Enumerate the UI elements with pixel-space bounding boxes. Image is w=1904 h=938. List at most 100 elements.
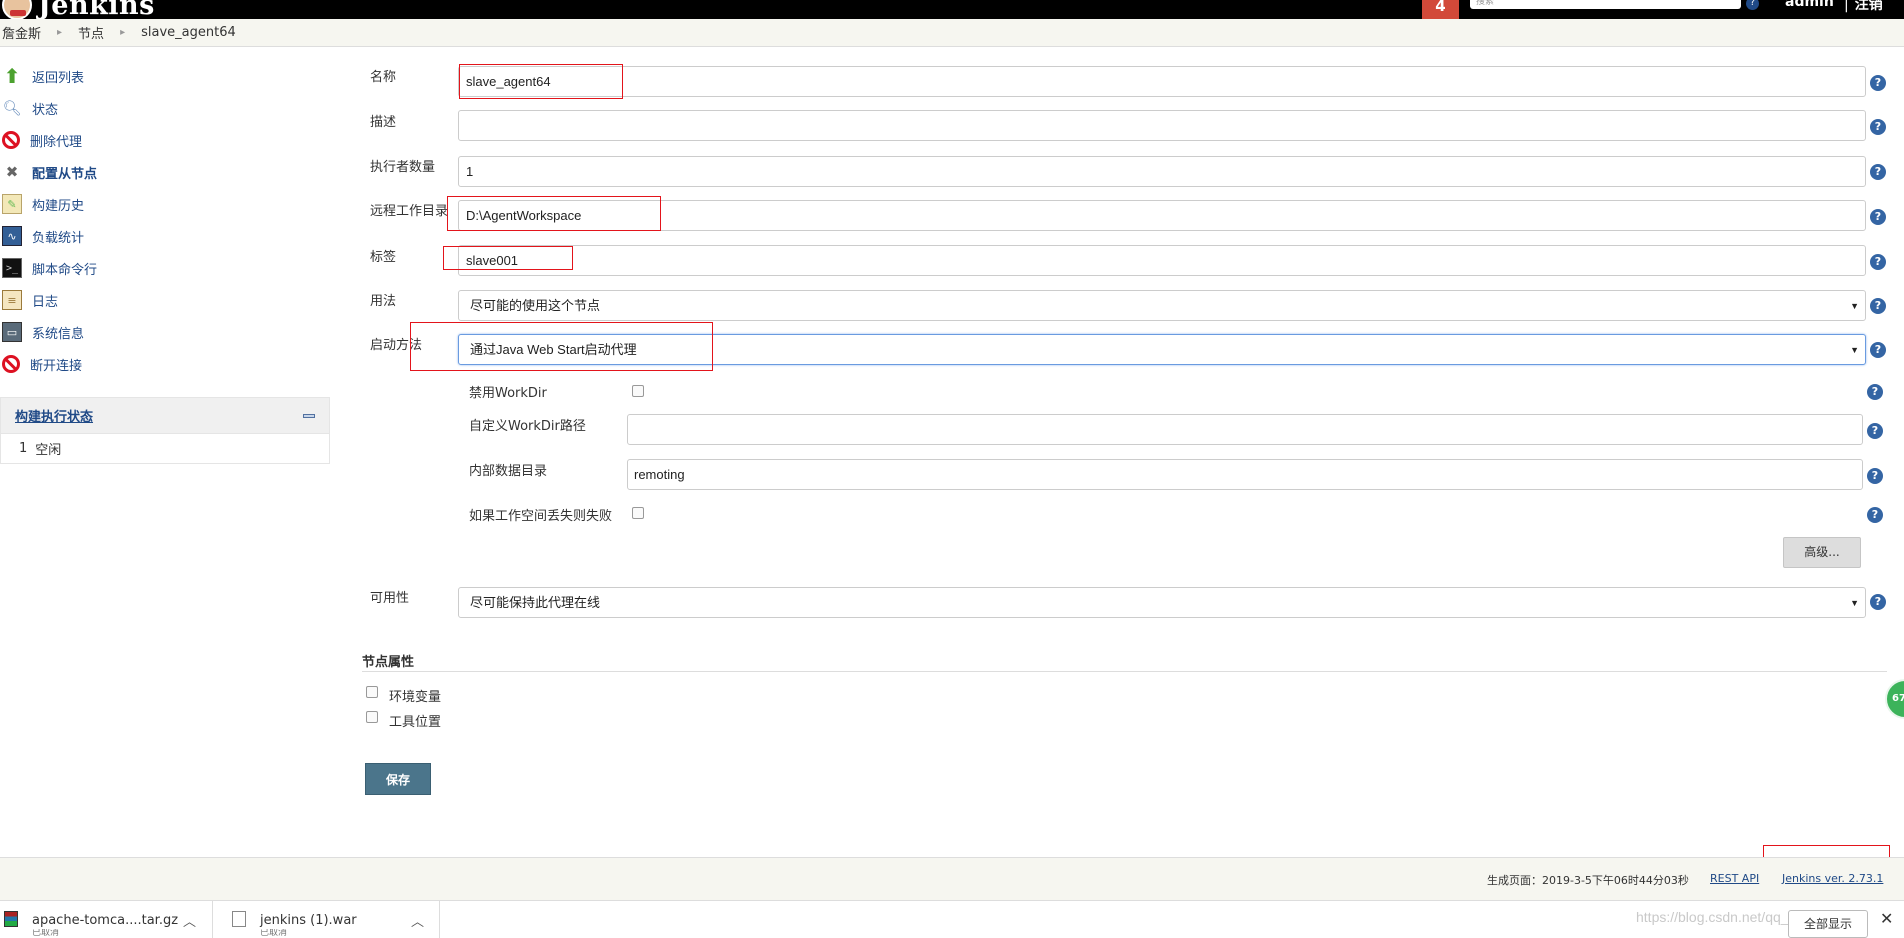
help-icon[interactable]: ? (1870, 298, 1886, 314)
env-vars-label[interactable]: 环境变量 (389, 686, 441, 705)
fail-if-missing-label: 如果工作空间丢失则失败 (469, 509, 613, 524)
chevron-right-icon[interactable]: ▸ (51, 27, 68, 38)
help-icon[interactable]: ? (1870, 254, 1886, 270)
help-icon[interactable]: ? (1867, 384, 1883, 400)
help-icon[interactable]: ? (1870, 209, 1886, 225)
monitor-icon: ∿ (2, 226, 22, 246)
launch-method-select[interactable]: 通过Java Web Start启动代理 (458, 334, 1866, 365)
executor-status-panel: 构建执行状态 1 空闲 (0, 397, 330, 464)
executor-panel-title[interactable]: 构建执行状态 (15, 406, 93, 425)
description-label: 描述 (370, 115, 397, 130)
download-item[interactable]: jenkins (1).war 已取消 ︿ (213, 901, 440, 938)
sidebar-item-disconnect[interactable]: 断开连接 (0, 348, 330, 380)
advanced-button[interactable]: 高级... (1783, 537, 1861, 568)
sidebar-item-label[interactable]: 删除代理 (30, 131, 82, 150)
internal-dir-label: 内部数据目录 (469, 464, 548, 479)
sidebar-item-label[interactable]: 配置从节点 (32, 163, 97, 182)
name-label: 名称 (370, 70, 397, 85)
help-icon[interactable]: ? (1870, 119, 1886, 135)
download-bar: apache-tomca....tar.gz 已取消 ︿ jenkins (1)… (0, 900, 1904, 938)
sidebar-item-label[interactable]: 负载统计 (32, 227, 84, 246)
help-icon[interactable]: ? (1867, 423, 1883, 439)
close-icon[interactable]: ✕ (1880, 909, 1893, 928)
sidebar-item-system-info[interactable]: ▭ 系统信息 (0, 316, 330, 348)
env-vars-checkbox[interactable] (366, 686, 378, 698)
availability-select[interactable]: 尽可能保持此代理在线 (458, 587, 1866, 618)
download-filename: apache-tomca....tar.gz (32, 913, 179, 928)
help-icon[interactable]: ? (1870, 594, 1886, 610)
jenkins-logo[interactable]: Jenkins (2, 0, 155, 19)
custom-workdir-input[interactable] (627, 414, 1863, 445)
breadcrumb-home[interactable]: 詹金斯 (0, 23, 51, 42)
sidebar-item-label[interactable]: 返回列表 (32, 67, 84, 86)
section-divider (362, 671, 1887, 672)
download-item[interactable]: apache-tomca....tar.gz 已取消 ︿ (0, 901, 213, 938)
description-input[interactable] (458, 110, 1866, 141)
help-icon[interactable]: ? (1870, 342, 1886, 358)
custom-workdir-label: 自定义WorkDir路径 (469, 419, 586, 434)
help-icon[interactable]: ? (1746, 0, 1759, 10)
help-icon[interactable]: ? (1867, 468, 1883, 484)
sidebar-item-script-console[interactable]: >_ 脚本命令行 (0, 252, 330, 284)
labels-input[interactable]: slave001 (458, 245, 1866, 276)
up-arrow-icon: ⬆ (3, 64, 21, 88)
sidebar-item-label[interactable]: 状态 (32, 99, 58, 118)
sidebar-item-delete[interactable]: 删除代理 (0, 124, 330, 156)
file-icon (232, 911, 246, 927)
help-icon[interactable]: ? (1870, 75, 1886, 91)
chevron-right-icon[interactable]: ▸ (114, 27, 131, 38)
rest-api-link[interactable]: REST API (1710, 872, 1759, 885)
version-link[interactable]: Jenkins ver. 2.73.1 (1782, 872, 1883, 885)
search-input[interactable]: 搜索 (1470, 0, 1741, 9)
breadcrumb-nodes[interactable]: 节点 (68, 23, 114, 42)
archive-icon (4, 911, 18, 927)
executor-number: 1 (19, 441, 28, 456)
sidebar-item-log[interactable]: ≡ 日志 (0, 284, 330, 316)
sidebar-item-label[interactable]: 构建历史 (32, 195, 84, 214)
notepad-icon: ✎ (2, 194, 22, 214)
collapse-icon[interactable] (303, 413, 315, 418)
executor-panel-header: 构建执行状态 (1, 398, 329, 434)
floating-badge[interactable]: 67 (1885, 679, 1904, 719)
app-name: Jenkins (38, 0, 155, 19)
help-icon[interactable]: ? (1870, 164, 1886, 180)
labels-label: 标签 (370, 250, 397, 265)
disable-workdir-label: 禁用WorkDir (469, 386, 547, 401)
chevron-up-icon[interactable]: ︿ (411, 911, 424, 930)
remote-dir-input[interactable]: D:\AgentWorkspace (458, 200, 1866, 231)
sidebar-item-configure[interactable]: ✖ 配置从节点 (0, 156, 330, 188)
chevron-up-icon[interactable]: ︿ (183, 911, 196, 930)
tool-locations-checkbox[interactable] (366, 711, 378, 723)
sidebar-item-label[interactable]: 系统信息 (32, 323, 84, 342)
sidebar-item-back[interactable]: ⬆ 返回列表 (0, 60, 330, 92)
sidebar-item-label[interactable]: 日志 (32, 291, 58, 310)
breadcrumb-node[interactable]: slave_agent64 (131, 25, 246, 40)
top-header: Jenkins 4 搜索 ? admin 注销 (0, 0, 1904, 19)
usage-select[interactable]: 尽可能的使用这个节点 (458, 290, 1866, 321)
notification-badge[interactable]: 4 (1422, 0, 1459, 19)
page-footer: 生成页面：2019-3-5下午06时44分03秒 REST API Jenkin… (0, 857, 1904, 900)
help-icon[interactable]: ? (1867, 507, 1883, 523)
sidebar-item-label[interactable]: 脚本命令行 (32, 259, 97, 278)
tool-locations-label[interactable]: 工具位置 (389, 711, 441, 730)
sidebar-item-load-stats[interactable]: ∿ 负载统计 (0, 220, 330, 252)
fail-if-missing-checkbox[interactable] (632, 507, 644, 519)
no-entry-icon (2, 355, 20, 373)
remote-dir-label: 远程工作目录 (370, 204, 449, 219)
no-entry-icon (2, 131, 20, 149)
sidebar-item-build-history[interactable]: ✎ 构建历史 (0, 188, 330, 220)
executors-input[interactable]: 1 (458, 156, 1866, 187)
show-all-button[interactable]: 全部显示 (1788, 910, 1868, 938)
save-button[interactable]: 保存 (365, 763, 431, 795)
disable-workdir-checkbox[interactable] (632, 385, 644, 397)
node-properties-title: 节点属性 (362, 655, 415, 670)
name-input[interactable]: slave_agent64 (458, 66, 1866, 97)
sidebar-item-status[interactable]: 🔍︎ 状态 (0, 92, 330, 124)
logout-link[interactable]: 注销 (1844, 0, 1883, 14)
availability-label: 可用性 (370, 591, 410, 606)
sidebar-item-label[interactable]: 断开连接 (30, 355, 82, 374)
user-link[interactable]: admin (1785, 0, 1834, 10)
internal-dir-input[interactable]: remoting (627, 459, 1863, 490)
launch-method-label: 启动方法 (370, 338, 423, 353)
breadcrumb: 詹金斯 ▸ 节点 ▸ slave_agent64 (0, 19, 1904, 47)
